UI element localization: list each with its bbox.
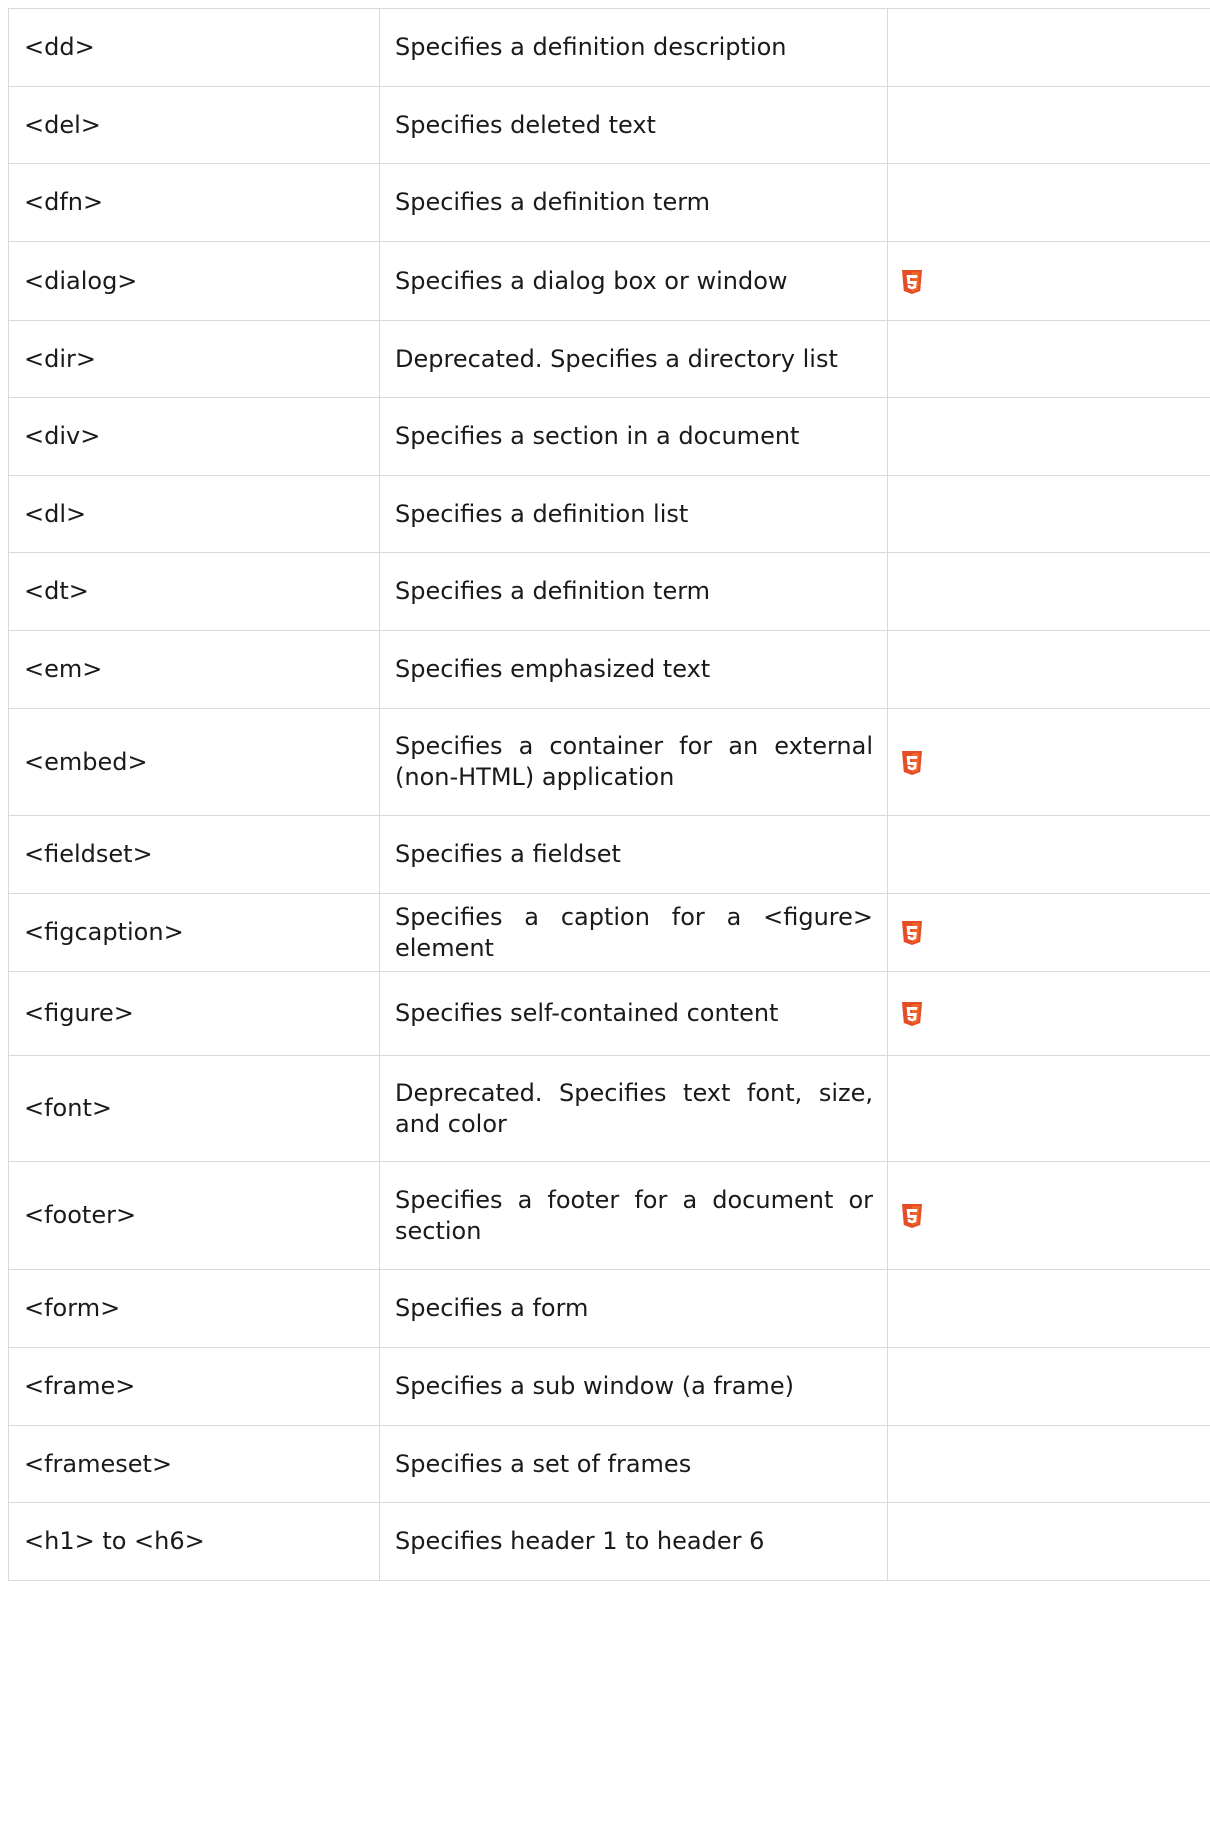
- tag-cell: <embed>: [8, 708, 380, 816]
- description-cell: Specifies a container for an external (n…: [379, 708, 888, 816]
- tag-cell: <fieldset>: [8, 815, 380, 894]
- table-row: <dir> Deprecated. Specifies a directory …: [8, 320, 1210, 398]
- html5-cell: [887, 552, 1210, 631]
- description-cell: Deprecated. Specifies a directory list: [379, 320, 888, 398]
- html5-cell: [887, 241, 1210, 321]
- description-cell: Specifies emphasized text: [379, 630, 888, 709]
- html5-cell: [887, 1161, 1210, 1270]
- html5-logo-icon: [900, 269, 924, 295]
- description-cell: Specifies a sub window (a frame): [379, 1347, 888, 1426]
- html5-logo-icon: [900, 1203, 924, 1229]
- description-cell: Specifies self-contained content: [379, 971, 888, 1056]
- html-tags-table: <dd> Specifies a definition description …: [8, 8, 1210, 1581]
- html5-cell: [887, 475, 1210, 553]
- html5-cell: [887, 815, 1210, 894]
- table-row: <fieldset> Specifies a fieldset: [8, 815, 1210, 894]
- tag-cell: <em>: [8, 630, 380, 709]
- html5-logo-icon: [900, 1001, 924, 1027]
- html5-cell: [887, 397, 1210, 476]
- html5-cell: [887, 1055, 1210, 1162]
- table-row: <div> Specifies a section in a document: [8, 397, 1210, 476]
- html5-cell: [887, 708, 1210, 816]
- tag-cell: <frame>: [8, 1347, 380, 1426]
- tag-cell: <div>: [8, 397, 380, 476]
- html5-logo-icon: [900, 920, 924, 946]
- table-row: <h1> to <h6> Specifies header 1 to heade…: [8, 1502, 1210, 1581]
- table-row: <frameset> Specifies a set of frames: [8, 1425, 1210, 1503]
- tag-cell: <dialog>: [8, 241, 380, 321]
- table-row: <footer> Specifies a footer for a docume…: [8, 1161, 1210, 1270]
- description-cell: Specifies a form: [379, 1269, 888, 1348]
- tag-cell: <dt>: [8, 552, 380, 631]
- html5-cell: [887, 1425, 1210, 1503]
- table-body: <dd> Specifies a definition description …: [8, 8, 1210, 1581]
- table-row: <del> Specifies deleted text: [8, 86, 1210, 164]
- description-cell: Deprecated. Specifies text font, size, a…: [379, 1055, 888, 1162]
- table-row: <figure> Specifies self-contained conten…: [8, 971, 1210, 1056]
- html5-cell: [887, 1269, 1210, 1348]
- description-cell: Specifies a footer for a document or sec…: [379, 1161, 888, 1270]
- description-cell: Specifies a fieldset: [379, 815, 888, 894]
- tag-cell: <footer>: [8, 1161, 380, 1270]
- description-cell: Specifies a definition list: [379, 475, 888, 553]
- html5-cell: [887, 163, 1210, 242]
- table-row: <dialog> Specifies a dialog box or windo…: [8, 241, 1210, 321]
- html5-cell: [887, 1347, 1210, 1426]
- tag-cell: <dl>: [8, 475, 380, 553]
- table-row: <form> Specifies a form: [8, 1269, 1210, 1348]
- table-row: <dfn> Specifies a definition term: [8, 163, 1210, 242]
- html5-cell: [887, 630, 1210, 709]
- table-row: <dt> Specifies a definition term: [8, 552, 1210, 631]
- tag-cell: <frameset>: [8, 1425, 380, 1503]
- tag-cell: <dfn>: [8, 163, 380, 242]
- html5-cell: [887, 8, 1210, 87]
- html5-cell: [887, 320, 1210, 398]
- html5-cell: [887, 893, 1210, 972]
- tag-cell: <dir>: [8, 320, 380, 398]
- html5-cell: [887, 1502, 1210, 1581]
- table-row: <dl> Specifies a definition list: [8, 475, 1210, 553]
- tag-cell: <h1> to <h6>: [8, 1502, 380, 1581]
- html5-logo-icon: [900, 750, 924, 776]
- tag-cell: <form>: [8, 1269, 380, 1348]
- table-row: <dd> Specifies a definition description: [8, 8, 1210, 87]
- table-row: <figcaption> Specifies a caption for a <…: [8, 893, 1210, 972]
- tag-cell: <figcaption>: [8, 893, 380, 972]
- description-cell: Specifies a set of frames: [379, 1425, 888, 1503]
- table-row: <font> Deprecated. Specifies text font, …: [8, 1055, 1210, 1162]
- description-cell: Specifies header 1 to header 6: [379, 1502, 888, 1581]
- description-cell: Specifies a definition term: [379, 552, 888, 631]
- description-cell: Specifies a definition description: [379, 8, 888, 87]
- tag-cell: <dd>: [8, 8, 380, 87]
- description-cell: Specifies deleted text: [379, 86, 888, 164]
- description-cell: Specifies a section in a document: [379, 397, 888, 476]
- html5-cell: [887, 971, 1210, 1056]
- html5-cell: [887, 86, 1210, 164]
- tag-cell: <font>: [8, 1055, 380, 1162]
- table-row: <embed> Specifies a container for an ext…: [8, 708, 1210, 816]
- tag-cell: <del>: [8, 86, 380, 164]
- tag-cell: <figure>: [8, 971, 380, 1056]
- description-cell: Specifies a definition term: [379, 163, 888, 242]
- description-cell: Specifies a dialog box or window: [379, 241, 888, 321]
- table-row: <em> Specifies emphasized text: [8, 630, 1210, 709]
- description-cell: Specifies a caption for a <figure> eleme…: [379, 893, 888, 972]
- table-row: <frame> Specifies a sub window (a frame): [8, 1347, 1210, 1426]
